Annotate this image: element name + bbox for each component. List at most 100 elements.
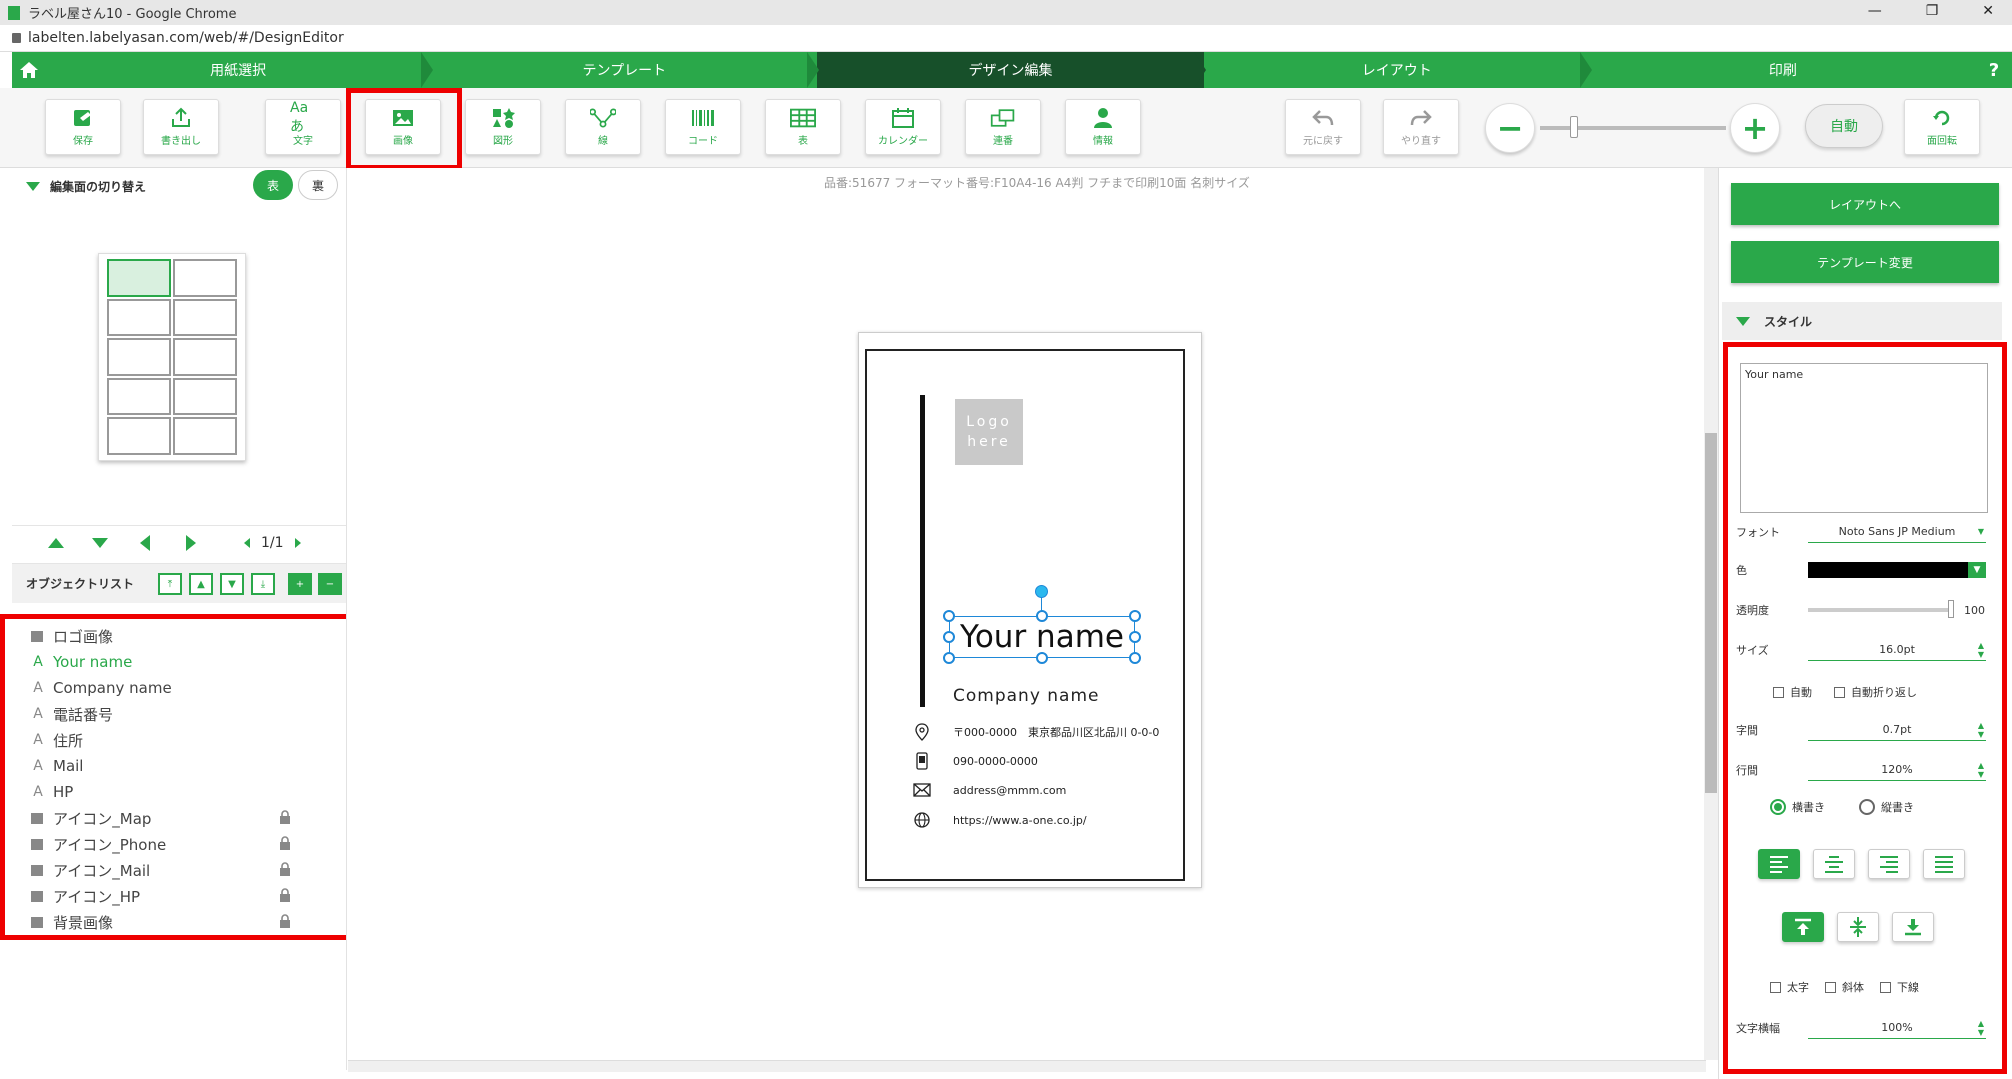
stepper-arrows-icon[interactable]: ▲ ▼ bbox=[1978, 761, 1984, 779]
auto-zoom-button[interactable]: 自動 bbox=[1805, 104, 1883, 148]
zoom-slider[interactable] bbox=[1540, 126, 1726, 130]
address-row[interactable]: 〒000-0000 東京都品川区北品川 0-0-0 bbox=[913, 723, 1159, 741]
step-print[interactable]: 印刷 bbox=[1589, 52, 1977, 88]
vertical-scrollbar[interactable] bbox=[1704, 168, 1718, 1060]
align-center-button[interactable] bbox=[1813, 849, 1855, 879]
auto-size-checkbox[interactable]: 自動 bbox=[1773, 684, 1812, 700]
close-icon[interactable]: ✕ bbox=[1982, 3, 1994, 19]
step-design-edit[interactable]: デザイン編集 bbox=[817, 52, 1206, 88]
horizontal-radio[interactable]: 横書き bbox=[1770, 799, 1825, 815]
add-group-button[interactable]: + bbox=[288, 573, 312, 595]
resize-handle[interactable] bbox=[1036, 610, 1048, 622]
lock-icon[interactable] bbox=[279, 888, 291, 902]
shape-tool-button[interactable]: 図形 bbox=[465, 99, 541, 155]
list-item[interactable]: 背景画像 bbox=[5, 909, 351, 935]
card-vertical-bar[interactable] bbox=[920, 395, 925, 707]
list-item[interactable]: アイコン_Mail bbox=[5, 857, 351, 883]
sheet-cell[interactable] bbox=[107, 259, 171, 297]
resize-handle[interactable] bbox=[1129, 631, 1141, 643]
font-select[interactable]: Noto Sans JP Medium ▼ bbox=[1808, 521, 1986, 543]
valign-top-button[interactable] bbox=[1782, 912, 1824, 942]
step-paper[interactable]: 用紙選択 bbox=[45, 52, 434, 88]
sheet-cell[interactable] bbox=[107, 417, 171, 455]
list-item[interactable]: A 電話番号 bbox=[5, 701, 351, 727]
style-section-header[interactable]: スタイル bbox=[1722, 302, 2002, 340]
remove-group-button[interactable]: − bbox=[318, 573, 342, 595]
zoom-out-button[interactable]: − bbox=[1485, 103, 1535, 153]
page-prev-small-icon[interactable] bbox=[243, 537, 251, 549]
list-item[interactable]: A 住所 bbox=[5, 727, 351, 753]
opacity-slider-handle[interactable] bbox=[1948, 600, 1954, 618]
lock-icon[interactable] bbox=[279, 836, 291, 850]
calendar-tool-button[interactable]: カレンダー bbox=[865, 99, 941, 155]
prev-page-icon[interactable] bbox=[139, 534, 151, 552]
company-name-text[interactable]: Company name bbox=[953, 686, 1100, 706]
table-tool-button[interactable]: 表 bbox=[765, 99, 841, 155]
change-template-button[interactable]: テンプレート変更 bbox=[1731, 241, 1999, 283]
resize-handle[interactable] bbox=[1129, 652, 1141, 664]
resize-handle[interactable] bbox=[943, 631, 955, 643]
next-page-icon[interactable] bbox=[185, 534, 197, 552]
text-tool-button[interactable]: Aaあ 文字 bbox=[265, 99, 341, 155]
step-template[interactable]: テンプレート bbox=[431, 52, 820, 88]
lock-icon[interactable] bbox=[279, 862, 291, 876]
lock-icon[interactable] bbox=[279, 914, 291, 928]
move-down-icon[interactable] bbox=[91, 537, 109, 549]
help-button[interactable]: ? bbox=[1976, 52, 2012, 88]
serial-number-button[interactable]: 連番 bbox=[965, 99, 1041, 155]
align-right-button[interactable] bbox=[1868, 849, 1910, 879]
list-item[interactable]: ロゴ画像 bbox=[5, 623, 351, 649]
align-justify-button[interactable] bbox=[1923, 849, 1965, 879]
rotate-face-button[interactable]: 面回転 bbox=[1904, 99, 1980, 155]
lock-icon[interactable] bbox=[279, 810, 291, 824]
list-item[interactable]: アイコン_HP bbox=[5, 883, 351, 909]
list-item[interactable]: アイコン_Phone bbox=[5, 831, 351, 857]
resize-handle[interactable] bbox=[943, 610, 955, 622]
auto-wrap-checkbox[interactable]: 自動折り返し bbox=[1834, 684, 1917, 700]
code-tool-button[interactable]: コード bbox=[665, 99, 741, 155]
export-button[interactable]: 書き出し bbox=[143, 99, 219, 155]
letter-spacing-stepper[interactable]: 0.7pt ▲ ▼ bbox=[1808, 719, 1986, 741]
move-backward-button[interactable]: ▼ bbox=[220, 573, 244, 595]
step-layout[interactable]: レイアウト bbox=[1203, 52, 1592, 88]
stepper-arrows-icon[interactable]: ▲ ▼ bbox=[1978, 1019, 1984, 1037]
logo-placeholder[interactable]: Logo here bbox=[955, 399, 1023, 465]
list-item[interactable]: アイコン_Map bbox=[5, 805, 351, 831]
email-row[interactable]: address@mmm.com bbox=[913, 781, 1066, 799]
sheet-cell[interactable] bbox=[173, 338, 237, 376]
char-width-stepper[interactable]: 100% ▲ ▼ bbox=[1808, 1017, 1986, 1039]
vertical-radio[interactable]: 縦書き bbox=[1859, 799, 1914, 815]
list-item[interactable]: A Mail bbox=[5, 753, 351, 779]
sheet-cell[interactable] bbox=[107, 377, 171, 416]
stepper-arrows-icon[interactable]: ▲ ▼ bbox=[1978, 641, 1984, 659]
redo-button[interactable]: やり直す bbox=[1383, 99, 1459, 155]
back-face-toggle[interactable]: 裏 bbox=[298, 170, 338, 200]
underline-checkbox[interactable]: 下線 bbox=[1880, 979, 1919, 995]
phone-row[interactable]: 090-0000-0000 bbox=[913, 752, 1038, 770]
move-up-icon[interactable] bbox=[47, 537, 65, 549]
stepper-arrows-icon[interactable]: ▲ ▼ bbox=[1978, 721, 1984, 739]
url-text[interactable]: labelten.labelyasan.com/web/#/DesignEdit… bbox=[28, 30, 344, 46]
sheet-thumbnail[interactable] bbox=[98, 253, 246, 461]
list-item[interactable]: A Your name bbox=[5, 649, 351, 675]
zoom-slider-handle[interactable] bbox=[1570, 116, 1578, 138]
page-next-small-icon[interactable] bbox=[294, 537, 302, 549]
save-button[interactable]: 保存 bbox=[45, 99, 121, 155]
valign-middle-button[interactable] bbox=[1837, 912, 1879, 942]
minimize-icon[interactable]: — bbox=[1868, 3, 1882, 19]
valign-bottom-button[interactable] bbox=[1892, 912, 1934, 942]
vertical-scroll-thumb[interactable] bbox=[1705, 433, 1717, 793]
face-switch-header[interactable]: 編集面の切り替え bbox=[26, 178, 146, 195]
sheet-cell[interactable] bbox=[107, 298, 171, 337]
front-face-toggle[interactable]: 表 bbox=[253, 170, 293, 200]
resize-handle[interactable] bbox=[1129, 610, 1141, 622]
opacity-slider[interactable] bbox=[1808, 600, 1954, 618]
bold-checkbox[interactable]: 太字 bbox=[1770, 979, 1809, 995]
restore-icon[interactable]: ❐ bbox=[1926, 3, 1939, 19]
sheet-cell[interactable] bbox=[173, 298, 237, 337]
zoom-in-button[interactable]: + bbox=[1730, 103, 1780, 153]
align-left-button[interactable] bbox=[1758, 849, 1800, 879]
horizontal-scrollbar[interactable] bbox=[348, 1060, 1706, 1072]
sheet-cell[interactable] bbox=[107, 338, 171, 376]
to-layout-button[interactable]: レイアウトへ bbox=[1731, 183, 1999, 225]
